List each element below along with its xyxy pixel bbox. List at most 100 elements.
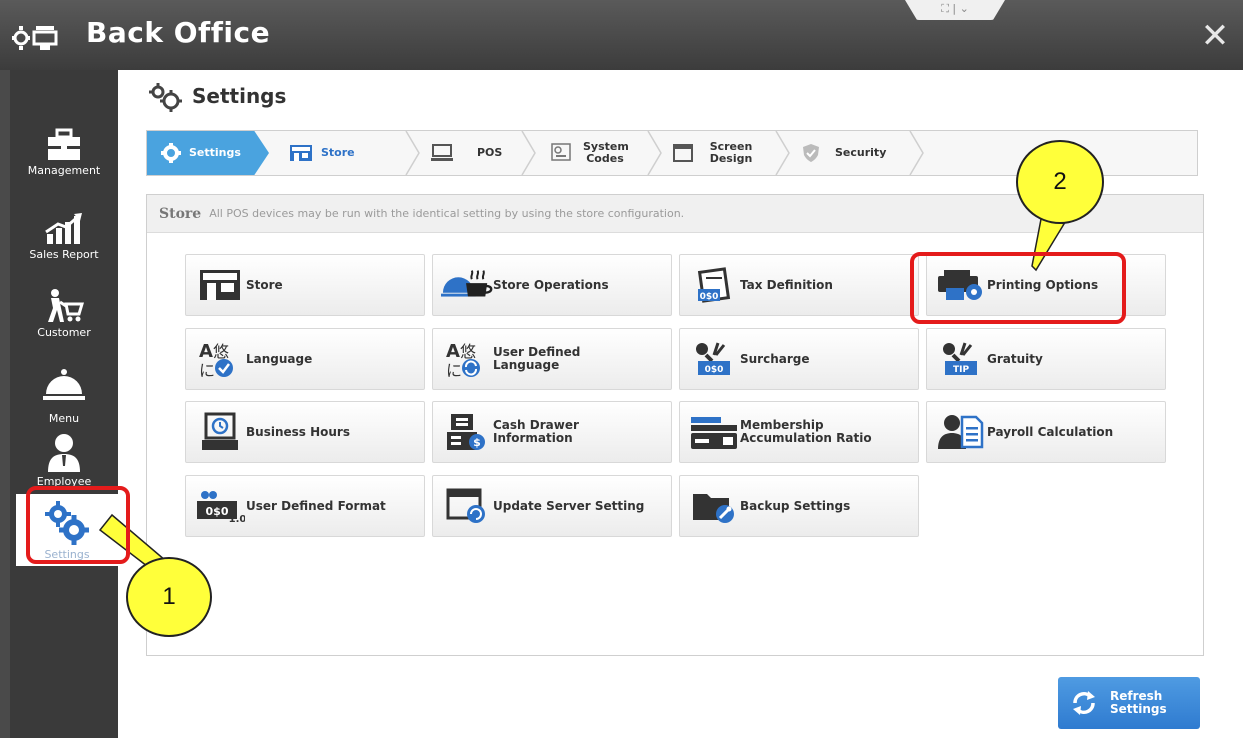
user-language-icon: A 悠 に — [446, 341, 480, 378]
backup-icon — [693, 494, 734, 523]
tile-tax-definition[interactable]: 0$0 Tax Definition — [679, 254, 919, 316]
close-button[interactable]: ✕ — [1197, 16, 1233, 56]
breadcrumb-label: POS — [477, 146, 503, 159]
svg-text:$: $ — [473, 436, 481, 449]
sidebar-item-label: Management — [27, 164, 101, 177]
settings-highlight-box — [26, 486, 130, 564]
breadcrumb-separator — [909, 131, 924, 175]
store-icon — [200, 270, 240, 300]
refresh-settings-label: Refresh Settings — [1110, 689, 1167, 716]
tile-label: Surcharge — [740, 351, 810, 366]
tile-business-hours[interactable]: Business Hours — [185, 401, 425, 463]
sidebar-item-sales-report[interactable]: Sales Report — [10, 212, 118, 286]
page-header: Settings — [148, 82, 286, 112]
breadcrumb-step-settings[interactable]: Settings — [147, 131, 269, 175]
sidebar-item-label: Sales Report — [29, 248, 99, 261]
tile-gratuity[interactable]: TIP Gratuity — [926, 328, 1166, 390]
cloche-coffee-icon — [441, 270, 493, 297]
tile-label: Membership Accumulation Ratio — [740, 418, 872, 445]
tile-update-server-setting[interactable]: Update Server Setting — [432, 475, 672, 537]
screen-icon — [673, 144, 693, 162]
tile-payroll-calculation[interactable]: Payroll Calculation — [926, 401, 1166, 463]
shield-icon — [803, 144, 819, 162]
tile-label: Language — [246, 351, 313, 366]
breadcrumb-separator — [647, 131, 662, 175]
breadcrumb-label: Security — [835, 146, 887, 159]
surcharge-icon: 0$0 — [696, 342, 730, 375]
tile-label: Store Operations — [493, 277, 609, 292]
breadcrumb-label: System Codes — [583, 140, 629, 165]
store-icon — [290, 145, 312, 161]
title-bar: Back Office ⛶ | ⌄ ✕ — [0, 0, 1243, 70]
printing-options-highlight-box — [910, 252, 1126, 324]
customer-cart-icon — [48, 289, 84, 322]
breadcrumb-separator — [521, 131, 536, 175]
tile-cash-drawer-information[interactable]: $ Cash Drawer Information — [432, 401, 672, 463]
page-title: Settings — [192, 84, 287, 108]
tile-membership-accumulation-ratio[interactable]: Membership Accumulation Ratio — [679, 401, 919, 463]
breadcrumb-label: Settings — [189, 146, 241, 159]
tile-label: Payroll Calculation — [987, 424, 1114, 439]
tile-label: Update Server Setting — [493, 498, 645, 513]
employee-icon — [48, 434, 80, 472]
svg-text:TIP: TIP — [953, 365, 969, 375]
sidebar-item-customer[interactable]: Customer — [10, 288, 118, 362]
tax-icon: 0$0 — [697, 267, 731, 303]
pos-icon — [431, 144, 453, 161]
update-server-icon — [446, 488, 485, 523]
clock-register-icon — [202, 412, 238, 450]
sidebar-item-menu[interactable]: Menu — [10, 366, 118, 440]
callout-1: 1 — [126, 557, 212, 637]
sidebar-item-label: Menu — [48, 412, 80, 425]
tile-store-operations[interactable]: Store Operations — [432, 254, 672, 316]
cloche-icon — [43, 369, 85, 400]
svg-text:1.00: 1.00 — [229, 514, 245, 523]
sidebar-item-management[interactable]: Management — [10, 128, 118, 202]
svg-text:0$0: 0$0 — [705, 365, 724, 375]
callout-2: 2 — [1016, 140, 1104, 224]
briefcase-icon — [48, 128, 80, 160]
gratuity-icon: TIP — [943, 342, 977, 375]
cash-drawer-icon: $ — [447, 414, 485, 450]
tile-language[interactable]: A 悠 に Language — [185, 328, 425, 390]
gear-icon — [161, 143, 181, 163]
tile-label: Tax Definition — [740, 277, 833, 292]
tile-label: Business Hours — [246, 424, 350, 439]
breadcrumb-step-screen-design[interactable]: Screen Design — [673, 131, 753, 175]
breadcrumb-step-pos[interactable]: POS — [431, 131, 502, 175]
system-codes-icon — [551, 143, 571, 161]
tile-label: Cash Drawer Information — [493, 418, 579, 445]
payroll-icon — [938, 415, 984, 449]
format-icon: 0$0 1.00 — [197, 491, 245, 523]
window-title: Back Office — [86, 16, 271, 49]
breadcrumb-step-store[interactable]: Store — [289, 131, 355, 175]
window-handle[interactable]: ⛶ | ⌄ — [905, 0, 1005, 20]
svg-text:悠: 悠 — [460, 342, 476, 361]
svg-text:A: A — [446, 341, 460, 362]
breadcrumb-label: Store — [321, 146, 355, 159]
tile-user-defined-language[interactable]: A 悠 に User Defined Language — [432, 328, 672, 390]
breadcrumb-step-security[interactable]: Security — [801, 131, 886, 175]
panel-title: Store — [159, 205, 202, 222]
sidebar: Management Sales Report Customer Menu Em… — [10, 70, 118, 738]
panel-description: All POS devices may be run with the iden… — [209, 207, 685, 220]
svg-text:悠: 悠 — [213, 342, 229, 361]
refresh-settings-button[interactable]: Refresh Settings — [1058, 677, 1200, 729]
svg-text:に: に — [199, 361, 215, 378]
breadcrumb-step-system-codes[interactable]: System Codes — [551, 131, 629, 175]
svg-text:A: A — [199, 341, 213, 362]
svg-text:に: に — [446, 361, 462, 378]
tile-store[interactable]: Store — [185, 254, 425, 316]
tile-user-defined-format[interactable]: 0$0 1.00 User Defined Format — [185, 475, 425, 537]
tile-label: Backup Settings — [740, 498, 851, 513]
chart-icon — [45, 213, 82, 244]
settings-gears-icon — [149, 83, 182, 112]
window-left-edge — [0, 70, 10, 738]
breadcrumb-separator — [405, 131, 420, 175]
tile-label: Store — [246, 277, 283, 292]
tile-surcharge[interactable]: 0$0 Surcharge — [679, 328, 919, 390]
tile-backup-settings[interactable]: Backup Settings — [679, 475, 919, 537]
refresh-icon — [1073, 691, 1095, 715]
back-office-logo-icon — [12, 26, 58, 50]
language-icon: A 悠 に — [199, 341, 233, 378]
